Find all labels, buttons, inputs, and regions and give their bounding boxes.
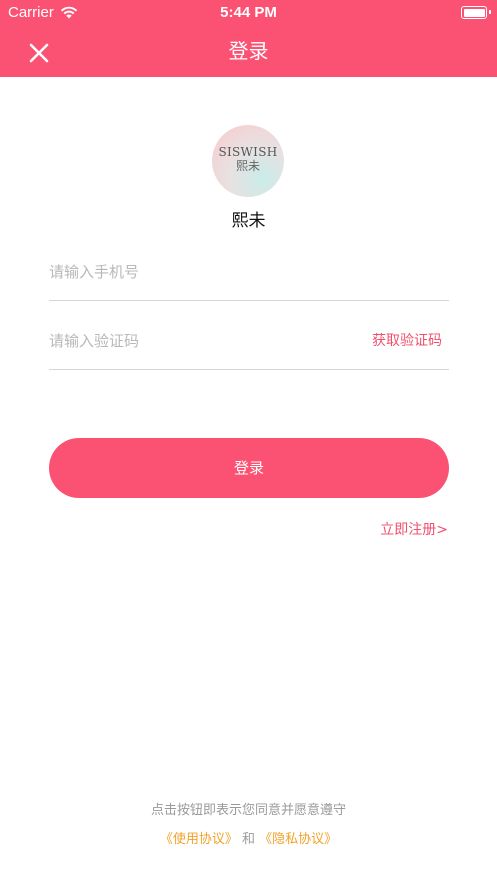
battery-icon — [461, 6, 491, 19]
status-time: 5:44 PM — [220, 4, 277, 21]
privacy-policy-link[interactable]: 《隐私协议》 — [259, 832, 337, 847]
phone-divider — [49, 300, 449, 301]
terms-notice: 点击按钮即表示您同意并愿意遵守 — [150, 803, 346, 818]
page-title: 登录 — [228, 39, 269, 63]
app-logo: SISWISH 熙未 — [212, 125, 284, 197]
verification-code-input[interactable] — [49, 321, 349, 361]
nav-bar: Carrier 5:44 PM 登录 — [0, 0, 497, 77]
logo-brand-cn-text: 熙未 — [235, 159, 260, 173]
get-code-button[interactable]: 获取验证码 — [372, 330, 442, 350]
status-bar: Carrier 5:44 PM — [0, 0, 497, 26]
logo-brand-text: SISWISH — [218, 145, 278, 159]
agreements-conjunction: 和 — [241, 832, 255, 847]
user-agreement-link[interactable]: 《使用协议》 — [160, 832, 238, 847]
agreements-line: 《使用协议》 和 《隐私协议》 — [0, 828, 497, 847]
phone-input[interactable] — [49, 252, 449, 292]
app-name: 熙未 — [231, 211, 266, 231]
register-link[interactable]: 立即注册> — [380, 519, 448, 539]
code-divider — [49, 369, 449, 370]
login-button[interactable]: 登录 — [49, 438, 449, 498]
